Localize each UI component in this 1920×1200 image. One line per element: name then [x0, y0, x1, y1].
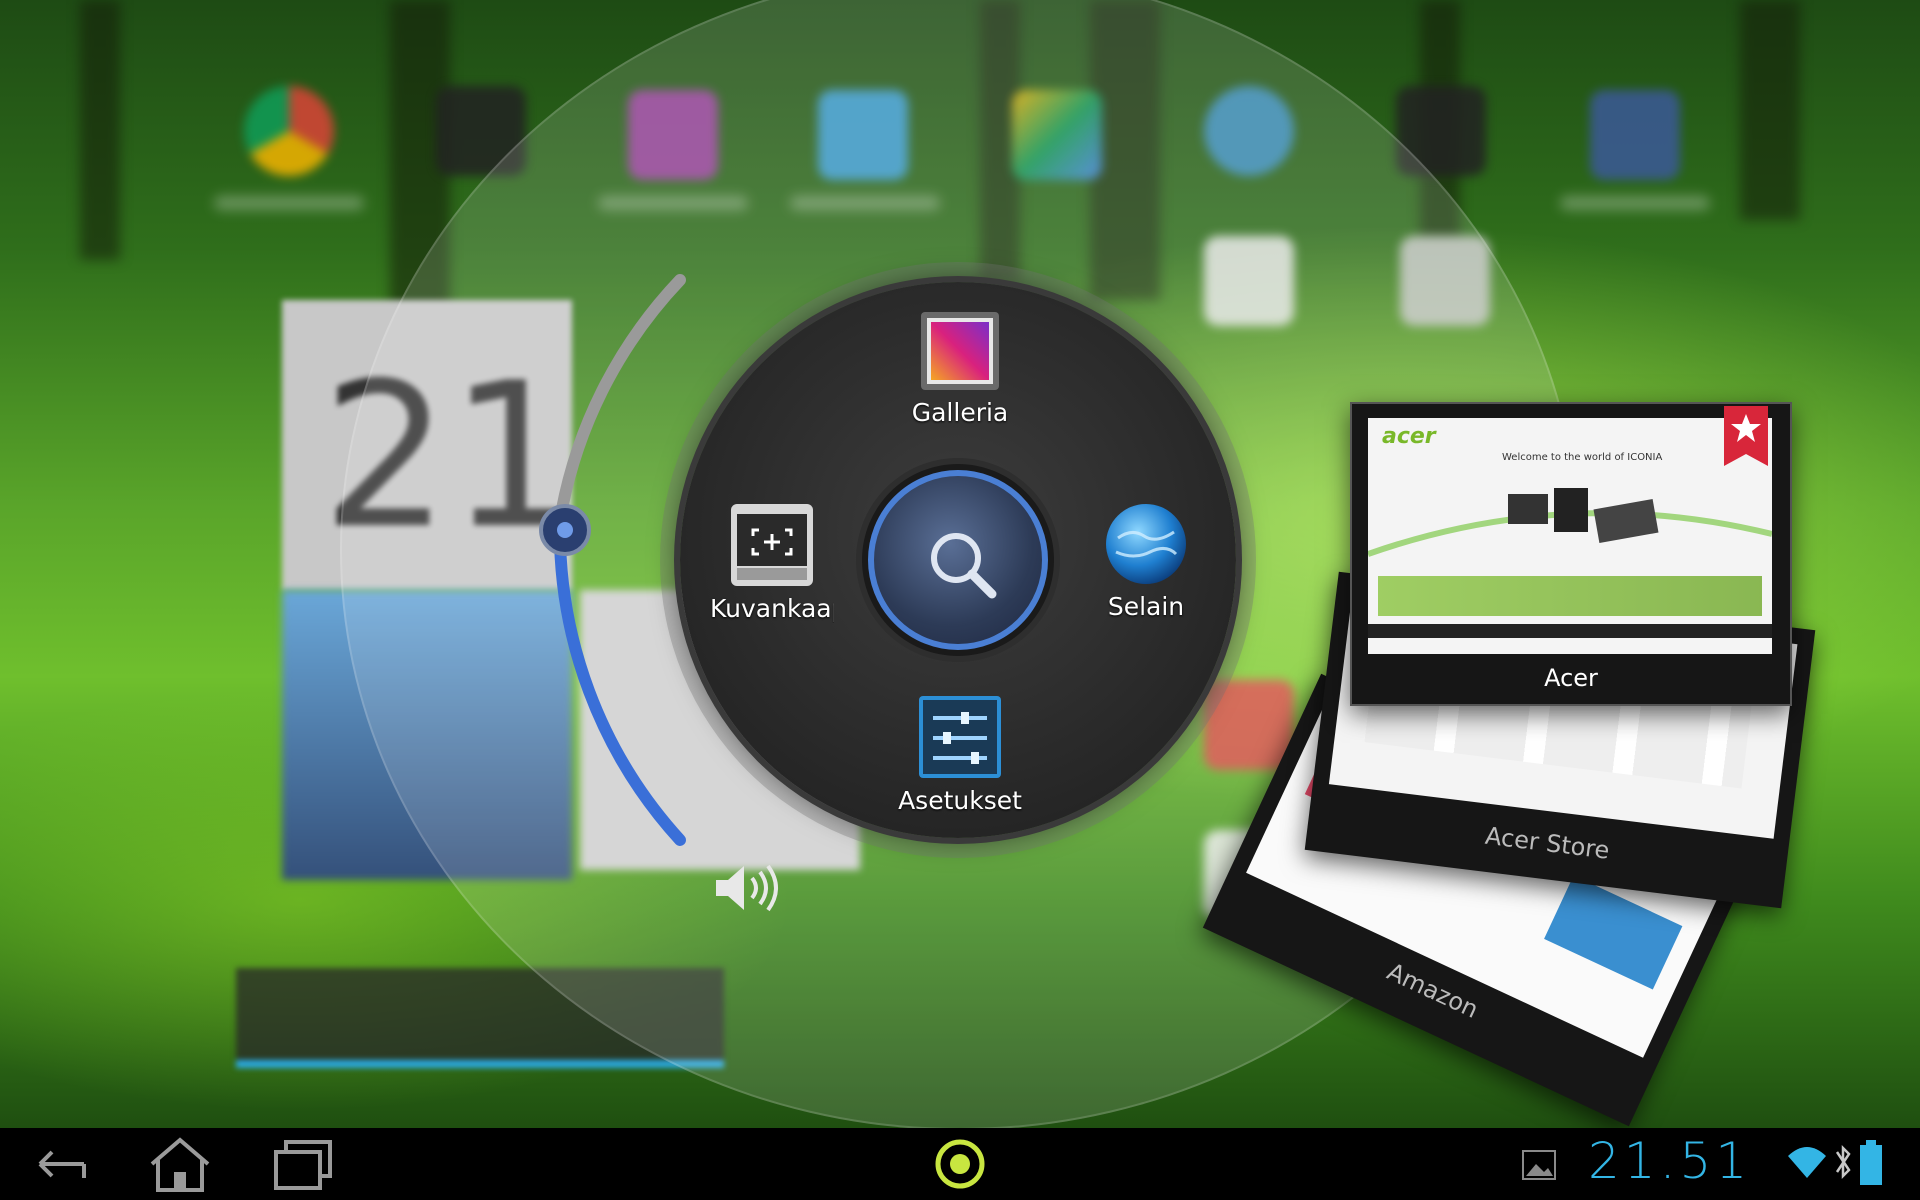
- bookmark-thumbnail: acer Welcome to the world of ICONIA: [1368, 418, 1772, 654]
- app-label: [1560, 196, 1710, 210]
- home-icon[interactable]: [140, 1134, 220, 1194]
- recent-apps-icon[interactable]: [260, 1134, 340, 1194]
- dial-item-label: Asetukset: [898, 786, 1022, 815]
- browser-globe-icon: [1106, 504, 1186, 584]
- gallery-notification-icon[interactable]: [1522, 1150, 1556, 1180]
- settings-sliders-icon: [919, 696, 1001, 778]
- acer-headline: Welcome to the world of ICONIA: [1502, 452, 1663, 463]
- gallery-icon: [921, 312, 999, 390]
- dial-item-galleria[interactable]: Galleria: [880, 310, 1040, 427]
- screenshot-icon: [731, 504, 813, 586]
- status-clock[interactable]: 21.51: [1588, 1132, 1751, 1190]
- app-label: [214, 196, 364, 210]
- dial-item-settings[interactable]: Asetukset: [880, 694, 1040, 815]
- dial-item-label: Selain: [1107, 592, 1185, 621]
- search-icon: [931, 533, 997, 599]
- dial-item-label: Kuvankaap: [710, 594, 834, 623]
- wifi-icon: [1788, 1147, 1826, 1178]
- dial-item-screenshot[interactable]: Kuvankaap: [710, 502, 834, 623]
- acer-hero-image: [1368, 488, 1772, 557]
- bluetooth-icon: [1835, 1144, 1851, 1180]
- bookmark-label: Acer: [1544, 664, 1598, 692]
- back-icon[interactable]: [20, 1134, 100, 1194]
- speaker-icon[interactable]: [712, 862, 782, 914]
- chrome-icon: [244, 86, 334, 176]
- dial-search-button[interactable]: [862, 464, 1054, 656]
- battery-icon: [1860, 1140, 1882, 1185]
- acer-logo: acer: [1382, 424, 1436, 449]
- dial-item-label: Galleria: [911, 398, 1009, 427]
- facebook-icon: [1590, 90, 1680, 180]
- ring-launcher-icon[interactable]: [920, 1134, 1000, 1194]
- bookmark-card-acer[interactable]: acer Welcome to the world of ICONIA Acer: [1350, 402, 1792, 706]
- dial-item-browser[interactable]: Selain: [1090, 502, 1202, 621]
